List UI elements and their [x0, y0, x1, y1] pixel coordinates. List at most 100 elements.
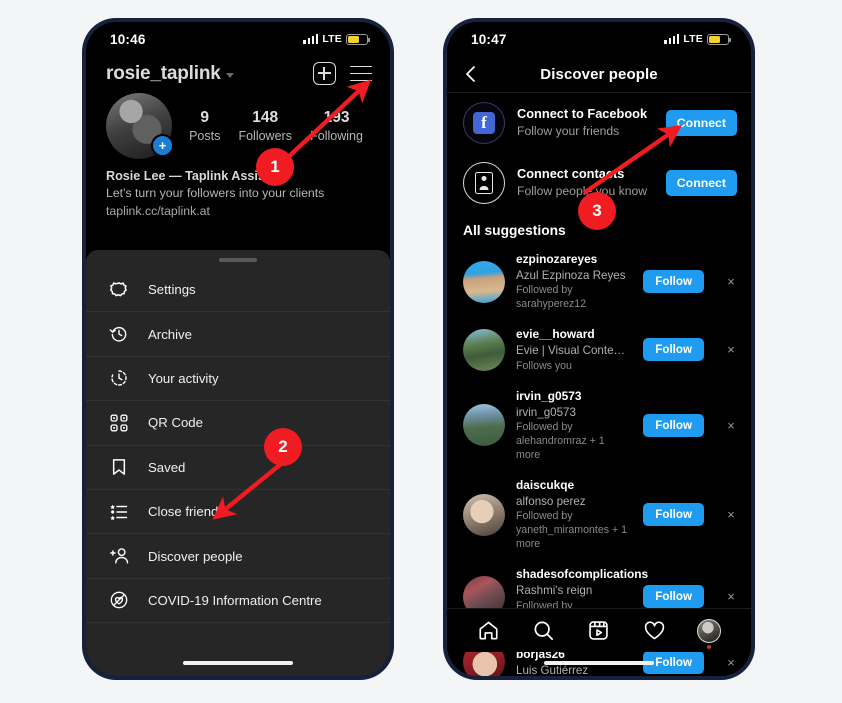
- stat-value: 9: [200, 109, 209, 127]
- saved-menu-item[interactable]: Saved: [86, 446, 390, 490]
- search-icon[interactable]: [531, 618, 557, 644]
- add-person-icon: [108, 545, 130, 567]
- connect-button[interactable]: Connect: [665, 110, 737, 136]
- right-phone-screen: 10:47 LTE Discover people f Connect to F…: [447, 22, 751, 676]
- close-icon[interactable]: ×: [723, 508, 739, 521]
- profile-header: rosie_taplink: [86, 56, 390, 89]
- profile-username-button[interactable]: rosie_taplink: [106, 63, 234, 85]
- menu-item-label: Saved: [148, 459, 186, 475]
- profile-avatar-tab[interactable]: [696, 618, 722, 644]
- stat-following[interactable]: 193 Following: [310, 108, 363, 144]
- stat-label: Posts: [189, 128, 221, 143]
- profile-stats-row: + 9 Posts 148 Followers 193 Following: [86, 89, 390, 159]
- connect-title: Connect contacts: [517, 165, 625, 181]
- menu-item-label: Close friends: [148, 504, 225, 520]
- heart-icon[interactable]: [641, 618, 667, 644]
- suggestion-username[interactable]: ezpinozareyes: [516, 251, 628, 268]
- user-avatar[interactable]: [463, 493, 505, 536]
- menu-item-label: Settings: [148, 282, 196, 298]
- reels-icon[interactable]: [586, 618, 612, 644]
- your-activity-menu-item[interactable]: Your activity: [86, 357, 390, 402]
- suggestion-fullname: Rashmi's reign: [516, 584, 593, 598]
- suggestion-username[interactable]: shadesofcomplications: [516, 566, 648, 583]
- follow-button[interactable]: Follow: [643, 270, 704, 294]
- suggestion-fullname: alfonso perez: [516, 494, 586, 508]
- menu-bottom-sheet: Settings Archive Your activity QR Code S…: [86, 250, 390, 676]
- close-icon[interactable]: ×: [723, 275, 739, 288]
- home-indicator: [544, 660, 654, 665]
- bottom-tab-bar: [447, 608, 751, 652]
- close-icon[interactable]: ×: [723, 343, 739, 356]
- annotation-badge-3: 3: [578, 192, 616, 230]
- drag-handle[interactable]: [219, 258, 257, 262]
- qr-code-menu-item[interactable]: QR Code: [86, 401, 390, 446]
- list-item[interactable]: ezpinozareyes Azul Ezpinoza Reyes Follow…: [447, 244, 751, 319]
- follow-button[interactable]: Follow: [643, 585, 704, 609]
- avatar[interactable]: +: [106, 93, 174, 159]
- stat-followers[interactable]: 148 Followers: [238, 108, 292, 144]
- suggestion-text: irvin_g0573 irvin_g0573 Followed by aleh…: [516, 388, 632, 463]
- plus-square-icon[interactable]: [313, 62, 336, 85]
- list-item[interactable]: evie__howard Evie | Visual Content Cre..…: [447, 319, 751, 380]
- list-item[interactable]: irvin_g0573 irvin_g0573 Followed by aleh…: [447, 381, 751, 470]
- settings-menu-item[interactable]: Settings: [86, 268, 390, 313]
- user-avatar[interactable]: [463, 328, 505, 371]
- bio-link[interactable]: taplink.cc/taplink.at: [106, 203, 370, 221]
- follow-button[interactable]: Follow: [643, 338, 704, 362]
- network-label: LTE: [322, 33, 342, 45]
- bookmark-icon: [108, 456, 130, 478]
- archive-menu-item[interactable]: Archive: [86, 312, 390, 357]
- archive-clock-icon: [108, 323, 130, 345]
- status-time: 10:46: [110, 31, 146, 47]
- screenshot-canvas: 10:46 LTE rosie_taplink + 9 Posts 148 Fo…: [0, 0, 842, 703]
- discover-people-menu-item[interactable]: Discover people: [86, 534, 390, 579]
- stat-posts[interactable]: 9 Posts: [189, 108, 220, 144]
- menu-item-label: QR Code: [148, 415, 203, 431]
- plus-icon[interactable]: +: [151, 134, 174, 157]
- covid-info-menu-item[interactable]: COVID-19 Information Centre: [86, 579, 390, 624]
- connect-button[interactable]: Connect: [665, 170, 737, 196]
- covid-info-icon: [108, 589, 130, 611]
- list-item[interactable]: daiscukqe alfonso perez Followed by yane…: [447, 470, 751, 559]
- page-title: Discover people: [540, 65, 658, 83]
- chevron-down-icon[interactable]: [225, 73, 234, 78]
- connect-title: Connect to Facebook: [517, 105, 648, 121]
- suggestion-username[interactable]: daiscukqe: [516, 477, 628, 494]
- user-avatar[interactable]: [463, 260, 505, 303]
- stat-value: 193: [323, 109, 350, 127]
- bio-description: Let's turn your followers into your clie…: [106, 186, 325, 201]
- qr-code-icon: [108, 412, 130, 434]
- close-icon[interactable]: ×: [723, 590, 739, 603]
- left-status-bar: 10:46 LTE: [86, 22, 390, 56]
- user-avatar[interactable]: [463, 404, 505, 447]
- stat-label: Following: [310, 128, 363, 143]
- menu-item-label: COVID-19 Information Centre: [148, 592, 322, 608]
- connect-subtitle: Follow your friends: [517, 124, 620, 139]
- suggestion-text: evie__howard Evie | Visual Content Cre..…: [516, 326, 632, 373]
- home-icon[interactable]: [476, 618, 502, 644]
- suggestion-meta: Followed by alehandromraz + 1 more: [516, 420, 605, 461]
- annotation-badge-1: 1: [256, 148, 294, 186]
- suggestion-text: daiscukqe alfonso perez Followed by yane…: [516, 477, 632, 552]
- profile-bio: Rosie Lee — Taplink Assistant Let's turn…: [86, 159, 390, 221]
- suggestion-meta: Followed by sarahyperez12: [516, 284, 587, 311]
- follow-button[interactable]: Follow: [643, 503, 704, 527]
- menu-item-label: Archive: [148, 326, 192, 342]
- close-icon[interactable]: ×: [723, 419, 739, 432]
- suggestion-username[interactable]: irvin_g0573: [516, 388, 628, 405]
- close-icon[interactable]: ×: [723, 656, 739, 669]
- network-label: LTE: [683, 33, 703, 45]
- chevron-left-icon[interactable]: [461, 64, 481, 84]
- close-friends-menu-item[interactable]: Close friends: [86, 490, 390, 535]
- hamburger-menu-icon[interactable]: [350, 65, 372, 82]
- stats-group: 9 Posts 148 Followers 193 Following: [172, 108, 372, 144]
- suggestion-username[interactable]: evie__howard: [516, 326, 628, 343]
- status-indicators: LTE: [303, 33, 371, 45]
- suggestion-fullname: Evie | Visual Content Cre...: [516, 344, 628, 358]
- menu-item-label: Discover people: [148, 548, 243, 564]
- profile-username: rosie_taplink: [106, 62, 221, 84]
- signal-bars-icon: [664, 34, 680, 44]
- stat-label: Followers: [238, 128, 292, 143]
- suggestion-fullname: irvin_g0573: [516, 405, 576, 419]
- follow-button[interactable]: Follow: [643, 413, 704, 437]
